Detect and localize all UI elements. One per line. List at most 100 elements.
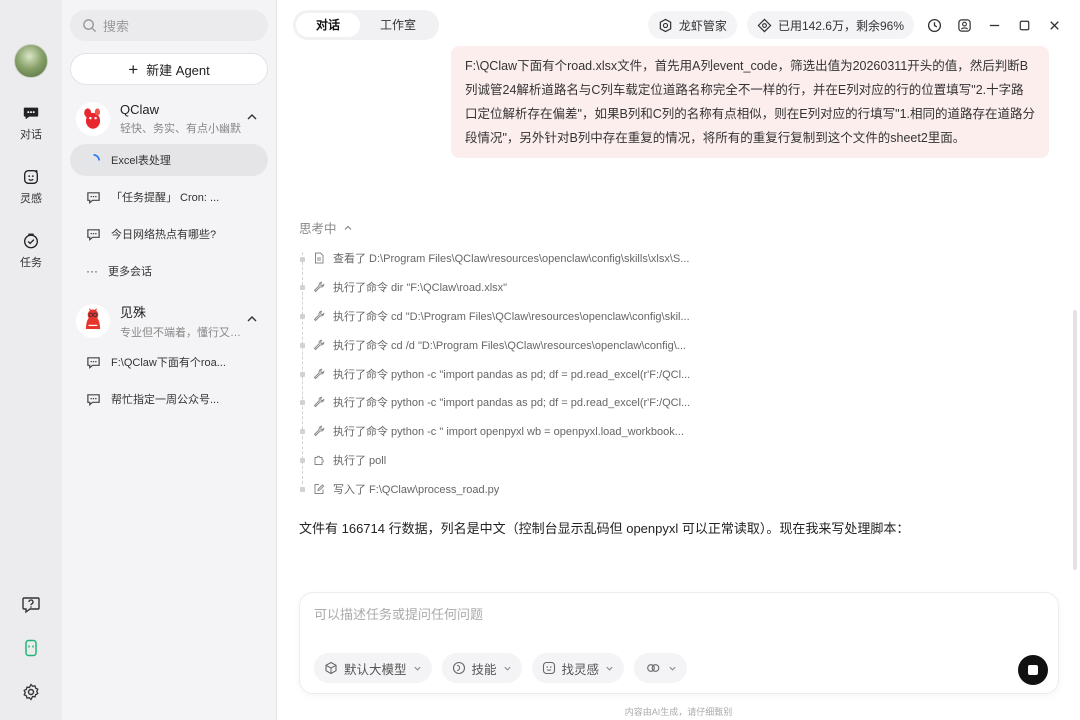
cube-icon	[325, 661, 337, 675]
tool-step[interactable]: 执行了命令 cd "D:\Program Files\QClaw\resourc…	[299, 302, 709, 331]
hexagon-shield-icon	[659, 18, 672, 32]
wrench-icon	[313, 339, 325, 350]
message-input[interactable]	[314, 607, 1014, 622]
top-bar: 对话 工作室 龙虾管家 已用142.6万，剩余96%	[277, 0, 1080, 50]
agent-header-jianshu[interactable]: 见殊 专业但不端着，懂行又接地...	[70, 301, 268, 341]
agent-description: 专业但不端着，懂行又接地...	[120, 327, 250, 339]
search-placeholder: 搜索	[103, 19, 130, 34]
help-icon[interactable]	[21, 594, 41, 614]
more-dots-icon: ···	[86, 264, 98, 278]
main-panel: 对话 工作室 龙虾管家 已用142.6万，剩余96% F:\QClaw下面有个r…	[277, 0, 1080, 720]
composer: 默认大模型 技能 找灵感	[299, 592, 1059, 694]
wrench-icon	[313, 310, 325, 322]
user-avatar[interactable]	[14, 44, 48, 78]
tool-step-text: 查看了 D:\Program Files\QClaw\resources\ope…	[333, 253, 690, 266]
rail-bottom-actions	[0, 594, 62, 702]
tool-step-text: 执行了 poll	[333, 454, 387, 467]
tool-step[interactable]: 执行了命令 python -c "import pandas as pd; df…	[299, 388, 709, 417]
model-selector[interactable]: 默认大模型	[314, 653, 432, 683]
chevron-up-icon	[344, 225, 351, 230]
rail-item-inspiration-label: 灵感	[20, 193, 42, 205]
phone-icon[interactable]	[21, 638, 41, 658]
conversation-label: F:\QClaw下面有个roa...	[111, 357, 226, 369]
history-clock-icon[interactable]	[924, 15, 944, 35]
composer-options: 默认大模型 技能 找灵感	[314, 653, 688, 683]
tool-step-text: 写入了 F:\QClaw\process_road.py	[333, 483, 500, 496]
rail-item-inspiration[interactable]: 灵感	[20, 168, 42, 206]
tool-step[interactable]: 执行了命令 python -c "import pandas as pd; df…	[299, 359, 709, 388]
agent-header-qclaw[interactable]: QClaw 轻快、务实、有点小幽默	[70, 99, 268, 139]
top-right-controls: 龙虾管家 已用142.6万，剩余96%	[647, 11, 1064, 39]
link-icon	[647, 664, 660, 672]
tool-step-text: 执行了命令 python -c " import openpyxl wb = o…	[333, 426, 684, 439]
conversation-label: Excel表处理	[111, 155, 171, 167]
wrench-icon	[313, 397, 325, 408]
inspiration-label: 找灵感	[561, 662, 600, 677]
left-rail: 对话 灵感 任务	[0, 0, 62, 720]
chevron-up-icon[interactable]	[246, 111, 258, 123]
skills-icon	[452, 661, 465, 675]
minimize-icon[interactable]	[984, 15, 1004, 35]
conversation-label: 今日网络热点有哪些?	[111, 229, 217, 241]
wrench-icon	[313, 368, 325, 379]
skills-selector[interactable]: 技能	[441, 653, 522, 683]
conversation-label: 「任务提醒」 Cron: ...	[111, 192, 220, 204]
tool-steps-list: 查看了 D:\Program Files\QClaw\resources\ope…	[299, 244, 709, 503]
maximize-icon[interactable]	[1014, 15, 1034, 35]
chevron-down-icon	[503, 666, 511, 671]
rail-item-tasks[interactable]: 任务	[20, 232, 42, 270]
tool-step[interactable]: 执行了命令 python -c " import openpyxl wb = o…	[299, 417, 709, 446]
tool-step[interactable]: 执行了命令 cd /d "D:\Program Files\QClaw\reso…	[299, 330, 709, 359]
conversation-item[interactable]: 帮忙指定一周公众号...	[70, 383, 268, 415]
conversation-item[interactable]: Excel表处理	[70, 144, 268, 176]
close-icon[interactable]	[1044, 15, 1064, 35]
conversation-item[interactable]: F:\QClaw下面有个roa...	[70, 346, 268, 378]
tool-step-text: 执行了命令 dir "F:\QClaw\road.xlsx"	[333, 282, 508, 295]
conversation-label: 帮忙指定一周公众号...	[111, 394, 220, 406]
loading-spinner-icon	[87, 153, 100, 167]
stop-generation-button[interactable]	[1018, 655, 1048, 685]
tool-step[interactable]: 查看了 D:\Program Files\QClaw\resources\ope…	[299, 244, 709, 273]
rail-item-chat-label: 对话	[20, 129, 42, 141]
manager-button[interactable]: 龙虾管家	[647, 11, 737, 39]
new-agent-button[interactable]: + 新建 Agent	[70, 53, 268, 85]
search-icon	[83, 19, 97, 33]
chat-icon	[23, 107, 39, 120]
tool-step[interactable]: 执行了命令 dir "F:\QClaw\road.xlsx"	[299, 273, 709, 302]
more-conversations-label: 更多会话	[108, 266, 152, 278]
tool-step[interactable]: 写入了 F:\QClaw\process_road.py	[299, 474, 709, 503]
sidebar: 搜索 + 新建 Agent QClaw 轻快、务实、有点小幽默 Excel表处理…	[62, 0, 277, 720]
search-box[interactable]: 搜索	[70, 10, 268, 41]
conversation-item[interactable]: 今日网络热点有哪些?	[70, 218, 268, 250]
usage-indicator[interactable]: 已用142.6万，剩余96%	[746, 11, 914, 39]
wrench-icon	[313, 425, 325, 437]
thinking-toggle[interactable]: 思考中	[299, 218, 353, 237]
smile-icon	[542, 661, 555, 675]
account-icon[interactable]	[954, 15, 974, 35]
assistant-answer: 文件有 166714 行数据，列名是中文（控制台显示乱码但 openpyxl 可…	[299, 521, 910, 536]
tool-step[interactable]: 执行了 poll	[299, 446, 709, 475]
task-check-icon	[24, 233, 38, 249]
rail-item-chat[interactable]: 对话	[20, 104, 42, 142]
agent-description: 轻快、务实、有点小幽默	[120, 123, 241, 135]
skills-label: 技能	[471, 662, 497, 677]
link-selector[interactable]	[634, 653, 688, 683]
inspiration-selector[interactable]: 找灵感	[531, 653, 625, 683]
conversation-item[interactable]: 「任务提醒」 Cron: ...	[70, 181, 268, 213]
mode-tabs: 对话 工作室	[293, 10, 440, 40]
chevron-up-icon[interactable]	[246, 313, 258, 325]
rail-item-tasks-label: 任务	[20, 257, 42, 269]
chat-bubble-icon	[87, 356, 100, 369]
wrench-icon	[313, 281, 325, 293]
tab-chat[interactable]: 对话	[296, 13, 361, 37]
ai-disclaimer: 内容由AI生成，请仔细甄别	[624, 707, 733, 717]
chat-scrollbar[interactable]	[1073, 310, 1077, 570]
plus-icon: +	[128, 59, 139, 79]
thinking-label: 思考中	[299, 222, 337, 236]
agent-avatar-qclaw	[76, 102, 110, 136]
settings-gear-icon[interactable]	[21, 682, 41, 702]
tab-studio[interactable]: 工作室	[360, 13, 436, 37]
lobster-glasses-icon	[85, 308, 101, 329]
tool-step-text: 执行了命令 cd "D:\Program Files\QClaw\resourc…	[333, 310, 690, 323]
more-conversations-link[interactable]: ··· 更多会话	[70, 255, 268, 287]
